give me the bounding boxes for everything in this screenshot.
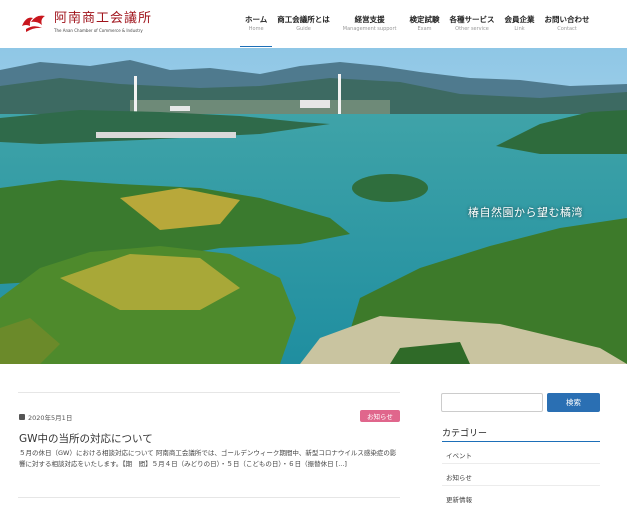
- categories-divider: [442, 441, 600, 442]
- site-header: 阿南商工会議所 The Anan Chamber of Commerce & I…: [0, 0, 627, 48]
- category-item-news[interactable]: お知らせ: [446, 472, 472, 482]
- site-subtitle: The Anan Chamber of Commerce & Industry: [54, 28, 143, 33]
- nav-exam[interactable]: 検定試験 Exam: [405, 15, 445, 33]
- search-button[interactable]: 検索: [547, 393, 600, 412]
- hero-caption: 椿自然園から望む橘湾: [468, 206, 583, 219]
- main-nav: ホーム Home 商工会議所とは Guide 経営支援 Management s…: [240, 15, 595, 47]
- nav-guide[interactable]: 商工会議所とは Guide: [272, 15, 335, 33]
- post-category-badge[interactable]: お知らせ: [360, 410, 400, 422]
- calendar-icon: [19, 414, 25, 420]
- category-item-updates[interactable]: 更新情報: [446, 494, 472, 504]
- nav-contact[interactable]: お問い合わせ Contact: [540, 15, 595, 33]
- categories-title: カテゴリー: [442, 429, 488, 439]
- post-excerpt: ５月の休日（GW）における相談対応について 阿南商工会議所では、ゴールデンウィー…: [19, 449, 397, 468]
- category-item-event[interactable]: イベント: [446, 450, 472, 460]
- category-separator: [442, 485, 600, 486]
- post-bottom-divider: [18, 497, 400, 498]
- site-title: 阿南商工会議所: [54, 11, 153, 26]
- post-date: 2020年5月1日: [19, 412, 72, 422]
- search-input[interactable]: [441, 393, 543, 412]
- logo-mark-icon: [20, 12, 48, 34]
- post-top-divider: [18, 392, 400, 393]
- category-separator: [442, 463, 600, 464]
- site-logo[interactable]: 阿南商工会議所 The Anan Chamber of Commerce & I…: [20, 12, 152, 34]
- nav-home[interactable]: ホーム Home: [240, 15, 273, 47]
- post-date-text: 2020年5月1日: [28, 414, 73, 422]
- nav-link[interactable]: 会員企業 Link: [500, 15, 540, 33]
- hero-image: 椿自然園から望む橘湾: [0, 48, 627, 364]
- nav-management-support[interactable]: 経営支援 Management support: [335, 15, 405, 33]
- post-title[interactable]: GW中の当所の対応について: [19, 431, 153, 446]
- nav-other-service[interactable]: 各種サービス Other service: [445, 15, 500, 33]
